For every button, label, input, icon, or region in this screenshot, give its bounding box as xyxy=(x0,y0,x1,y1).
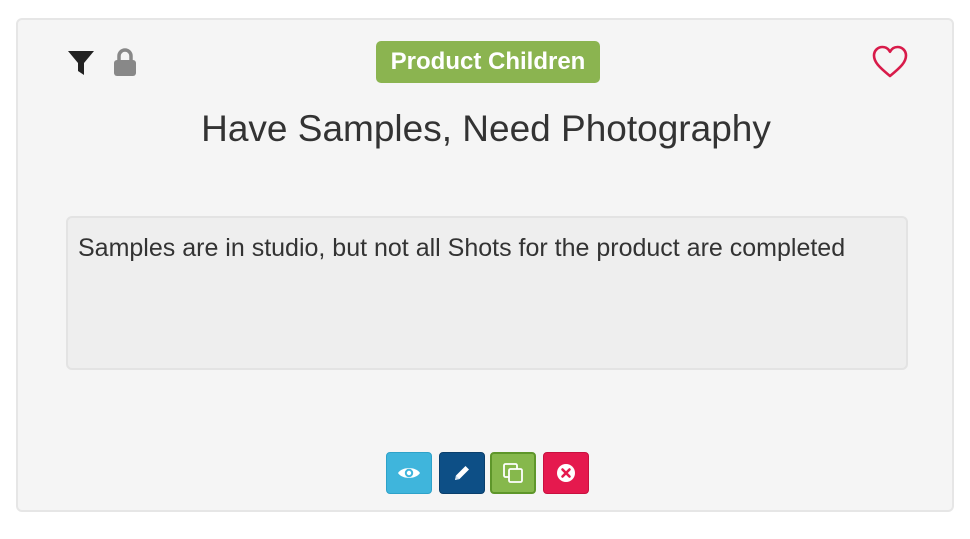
filter-icon[interactable] xyxy=(66,48,96,78)
description-box: Samples are in studio, but not all Shots… xyxy=(66,216,908,370)
status-card: Product Children Have Samples, Need Phot… xyxy=(16,18,954,512)
category-badge: Product Children xyxy=(376,41,600,83)
edit-button[interactable] xyxy=(439,452,485,494)
heart-outline-icon[interactable] xyxy=(871,44,909,80)
view-button[interactable] xyxy=(386,452,432,494)
lock-icon xyxy=(114,48,136,76)
delete-button[interactable] xyxy=(543,452,589,494)
card-title: Have Samples, Need Photography xyxy=(201,108,771,149)
description-text: Samples are in studio, but not all Shots… xyxy=(78,234,846,262)
copy-icon xyxy=(503,463,523,483)
copy-button[interactable] xyxy=(490,452,536,494)
close-circle-icon xyxy=(557,464,575,482)
pencil-icon xyxy=(455,466,469,480)
eye-icon xyxy=(398,468,420,478)
